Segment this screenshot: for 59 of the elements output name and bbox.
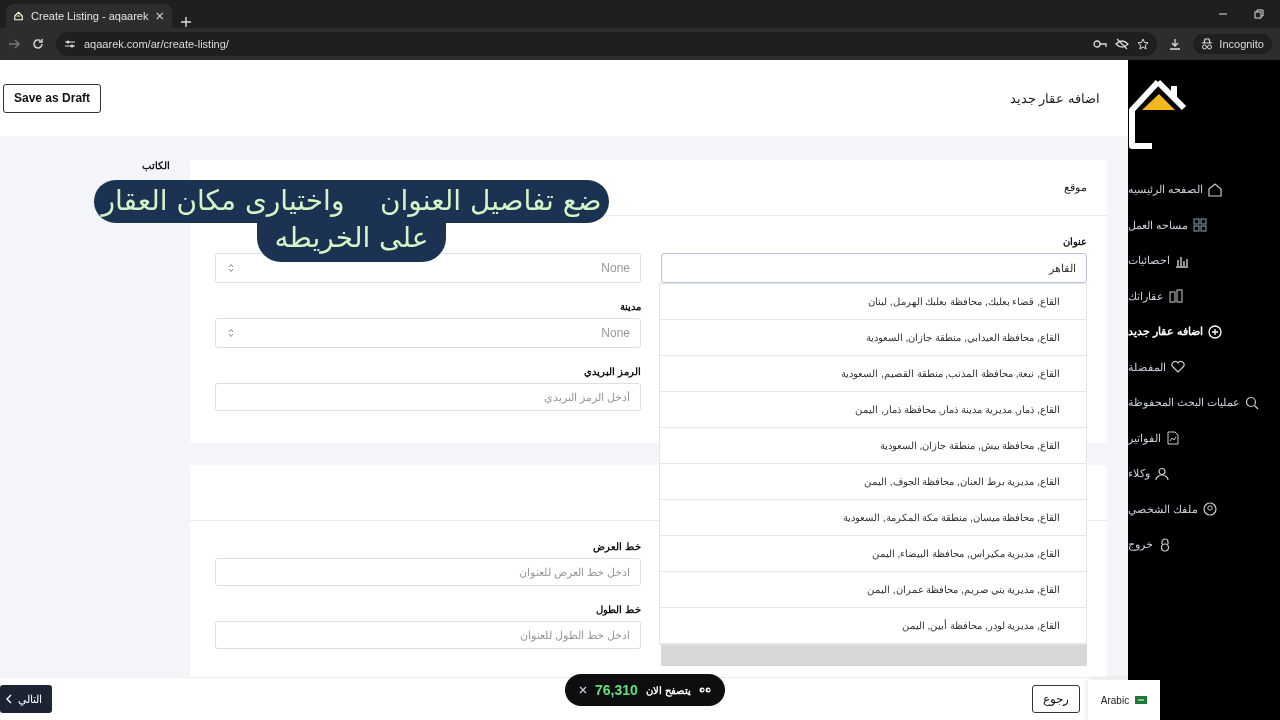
field-label: عنوان [1062,236,1087,248]
site-settings-icon [64,38,76,50]
document-icon [1166,431,1180,446]
language-switcher[interactable]: Arabic [1088,680,1160,720]
sidebar-item[interactable]: الصفحه الرئيسيه [1128,172,1223,208]
eyes-icon [698,686,711,694]
field-label: خط العرض [592,541,641,553]
save-draft-button[interactable]: Save as Draft [3,83,102,113]
profile-icon [1203,502,1218,517]
close-icon[interactable] [156,11,164,21]
latitude-input[interactable]: ادخل خط العرض للعنوان [215,558,641,586]
lock-icon [1158,537,1172,552]
field-label: الرمز البريدي [583,366,641,378]
sidebar-item[interactable]: ملفك الشخصي [1128,491,1218,527]
viewer-count: 76,310 [595,682,638,698]
section-title: موقع [1064,181,1087,194]
grid-icon [1193,218,1208,233]
updown-caret-icon [228,263,234,273]
incognito-badge[interactable]: Incognito [1193,34,1272,54]
home-icon [1208,182,1223,197]
search-icon [1245,395,1260,410]
eye-slash-icon[interactable] [1115,38,1130,50]
new-tab-icon[interactable] [180,16,192,28]
restore-icon[interactable] [1254,9,1264,19]
field-label: خط الطول [595,604,641,616]
star-icon[interactable] [1137,38,1150,50]
sidebar-item[interactable]: المفضلة [1128,349,1185,385]
field-label: مدينة [619,301,641,313]
user-icon [1155,466,1169,481]
key-icon[interactable] [1093,39,1108,49]
chevron-left-icon [6,694,12,704]
forward-icon[interactable] [8,38,20,50]
house-icon [14,10,24,22]
sidebar-item[interactable]: مساحه العمل [1128,207,1208,243]
sidebar-item[interactable]: خروج [1128,527,1172,563]
next-button[interactable]: التالي [0,685,52,713]
page-title: اضافه عقار جديد [1009,90,1100,106]
heart-icon [1171,360,1185,375]
sidebar-item[interactable]: عقاراتك [1128,278,1183,314]
viewer-label: يتصفح الان [645,684,691,696]
updown-caret-icon [228,328,234,338]
download-icon[interactable] [1169,38,1182,50]
close-icon[interactable] [579,686,587,694]
incognito-icon [1201,38,1214,50]
sidebar-item[interactable]: احصائيات [1128,243,1189,279]
back-button[interactable]: رجوع [1032,685,1080,713]
sidebar-item[interactable]: عمليات البحث المحفوظة [1128,385,1260,421]
address-bar[interactable]: aqaarek.com/ar/create-listing/ [56,32,1158,56]
building-icon [1169,289,1183,304]
reload-icon[interactable] [32,38,44,50]
flag-icon [1135,696,1148,704]
caption-line: ضع تفاصيل العنوان واختيارى مكان العقار [93,180,610,223]
sidebar-item[interactable]: اضافه عقار جديد [1128,314,1223,350]
sidebar-item[interactable]: وكلاء [1128,456,1169,492]
sidebar-item[interactable]: الفواتير [1128,420,1180,456]
plus-circle-icon [1208,324,1223,339]
browser-tab[interactable]: Create Listing - aqaarek [6,4,172,28]
address-input[interactable]: القاهر [661,253,1087,283]
longitude-input[interactable]: ادخل خط الطول للعنوان [215,621,641,649]
